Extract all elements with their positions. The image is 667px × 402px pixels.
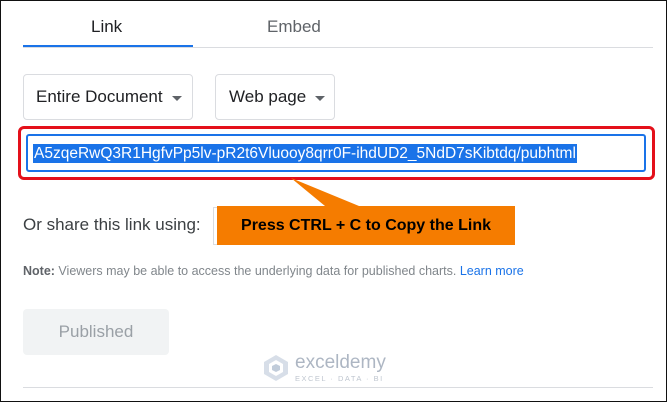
note: Note: Viewers may be able to access the … [23, 264, 524, 278]
scope-dropdown-value: Entire Document [36, 87, 163, 106]
watermark-subtitle: EXCEL · DATA · BI [295, 374, 384, 383]
note-prefix: Note: [23, 264, 55, 278]
note-text: Viewers may be able to access the underl… [54, 264, 460, 278]
scope-dropdown[interactable]: Entire Document [23, 74, 193, 120]
tab-divider [23, 47, 653, 48]
exceldemy-watermark: exceldemy EXCEL · DATA · BI [263, 353, 386, 383]
copy-instruction-callout: Press CTRL + C to Copy the Link [217, 206, 515, 245]
selected-url-text[interactable]: A5zqeRwQ3R1HgfvPp5lv-pR2t6Vluooy8qrr0F-i… [33, 144, 577, 163]
watermark-title: exceldemy [295, 352, 386, 373]
chevron-down-icon [171, 95, 182, 101]
exceldemy-logo-icon [264, 355, 288, 381]
callout-text: Press CTRL + C to Copy the Link [241, 216, 491, 234]
tab-link[interactable]: Link [91, 17, 122, 37]
bottom-divider [23, 387, 653, 388]
chevron-down-icon [315, 95, 326, 101]
format-dropdown-value: Web page [229, 87, 307, 106]
tab-embed[interactable]: Embed [267, 17, 321, 37]
learn-more-link[interactable]: Learn more [460, 264, 524, 278]
publish-dialog: Link Embed Entire Document Web page A5zq… [0, 0, 667, 402]
format-dropdown[interactable]: Web page [215, 74, 335, 120]
published-url-field[interactable]: A5zqeRwQ3R1HgfvPp5lv-pR2t6Vluooy8qrr0F-i… [26, 134, 646, 172]
share-label: Or share this link using: [23, 215, 201, 234]
callout-arrow [291, 178, 359, 206]
published-button[interactable]: Published [23, 309, 169, 355]
